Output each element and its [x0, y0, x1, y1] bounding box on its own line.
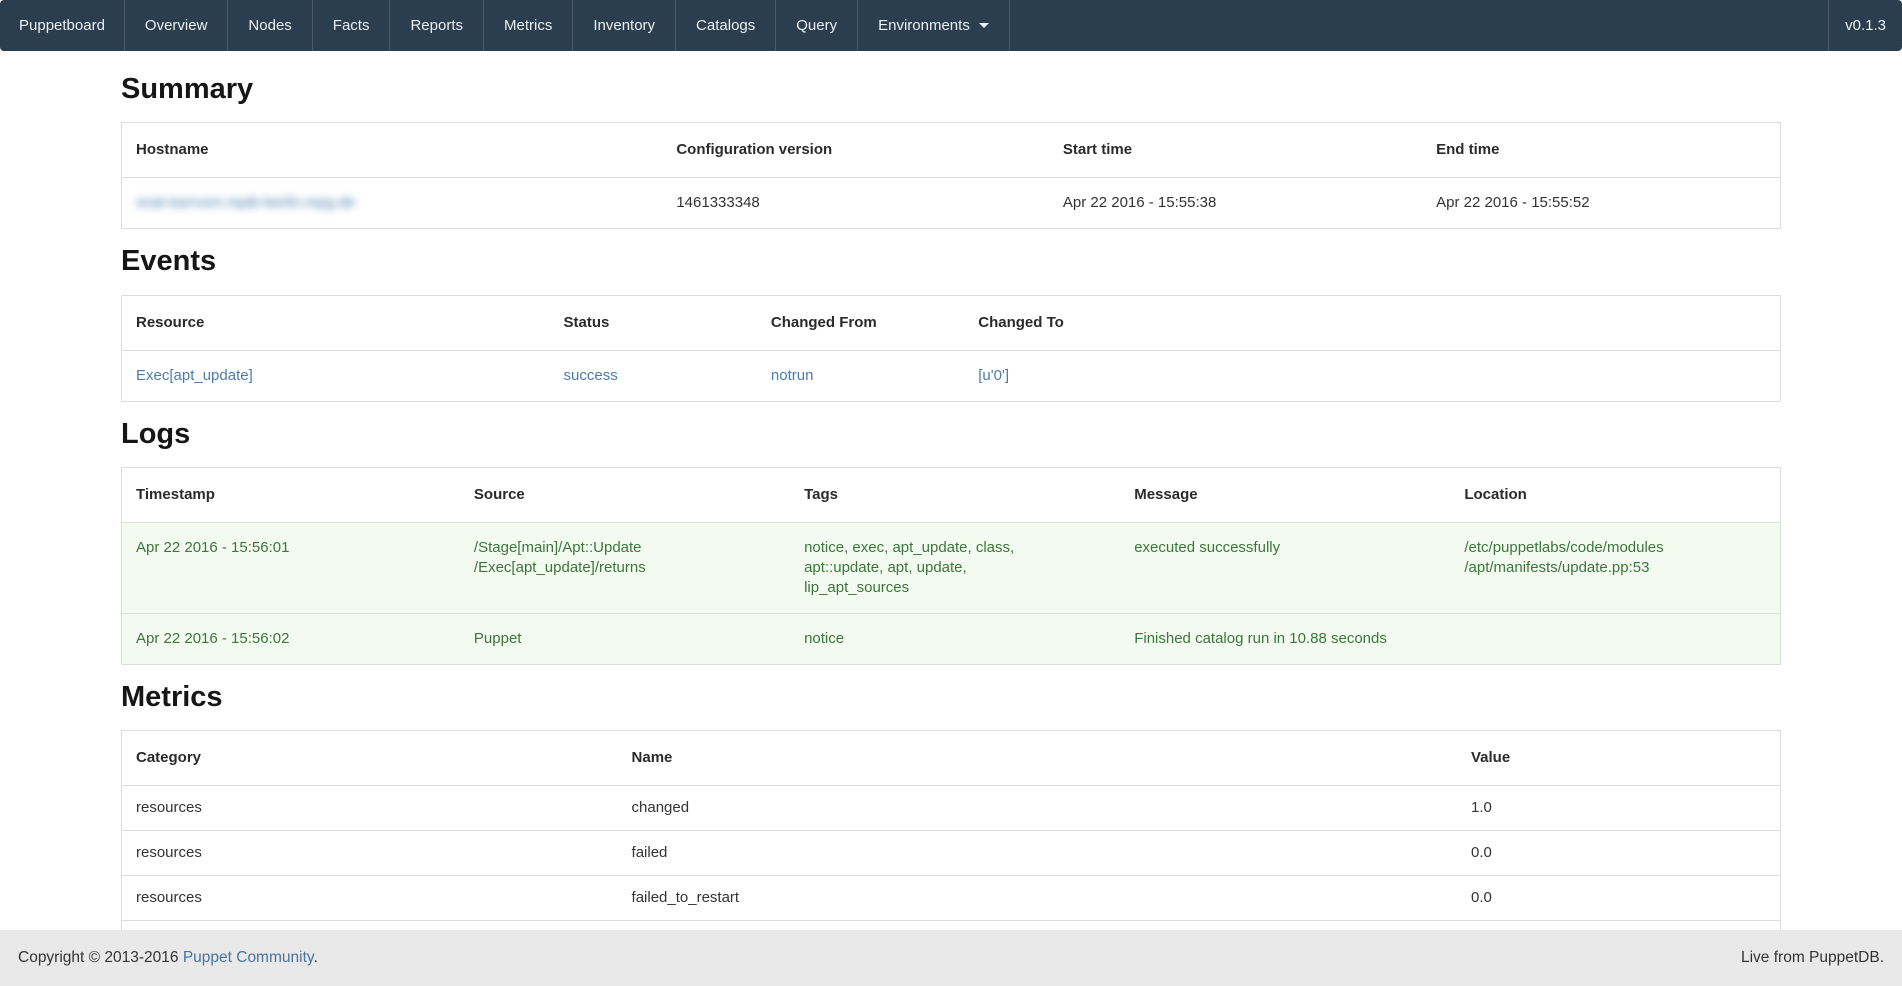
puppet-community-link[interactable]: Puppet Community	[183, 949, 314, 966]
summary-heading: Summary	[121, 73, 1781, 106]
log-timestamp: Apr 22 2016 - 15:56:02	[122, 614, 460, 665]
log-location: /etc/puppetlabs/code/modules /apt/manife…	[1450, 523, 1780, 614]
col-tags: Tags	[790, 468, 1120, 523]
metric-name: changed	[618, 786, 1457, 831]
log-tags: notice	[790, 614, 1120, 665]
nav-dropdown-environments[interactable]: Environments	[857, 0, 1010, 51]
col-start-time: Start time	[1049, 123, 1422, 178]
metrics-header-row: Category Name Value	[122, 731, 1781, 786]
col-config-version: Configuration version	[662, 123, 1049, 178]
events-header-row: Resource Status Changed From Changed To	[122, 295, 1781, 350]
version-badge: v0.1.3	[1828, 0, 1902, 51]
log-message: executed successfully	[1120, 523, 1450, 614]
log-row: Apr 22 2016 - 15:56:02 Puppet notice Fin…	[122, 614, 1781, 665]
copyright-text: Copyright © 2013-2016 Puppet Community.	[18, 949, 318, 967]
event-changed-to: [u'0']	[964, 350, 1780, 401]
nav-item-nodes[interactable]: Nodes	[227, 0, 311, 51]
col-changed-from: Changed From	[757, 295, 964, 350]
report-page: Summary Hostname Configuration version S…	[0, 51, 1902, 986]
metric-value: 0.0	[1457, 876, 1781, 921]
col-value: Value	[1457, 731, 1781, 786]
col-location: Location	[1450, 468, 1780, 523]
col-end-time: End time	[1422, 123, 1780, 178]
nav-item-overview[interactable]: Overview	[124, 0, 228, 51]
log-source: Puppet	[460, 614, 790, 665]
metrics-table: Category Name Value resources changed 1.…	[121, 730, 1781, 955]
col-status: Status	[550, 295, 757, 350]
metric-row: resources failed_to_restart 0.0	[122, 876, 1781, 921]
log-message: Finished catalog run in 10.88 seconds	[1120, 614, 1450, 665]
event-status: success	[550, 350, 757, 401]
col-name: Name	[618, 731, 1457, 786]
metric-category: resources	[122, 831, 618, 876]
metric-category: resources	[122, 786, 618, 831]
brand-puppetboard[interactable]: Puppetboard	[0, 0, 124, 51]
hostname-link[interactable]: snat-tservom.mpib-berlin.mpg.de	[136, 194, 355, 211]
col-resource: Resource	[122, 295, 550, 350]
nav-item-query[interactable]: Query	[775, 0, 857, 51]
logs-table: Timestamp Source Tags Message Location A…	[121, 467, 1781, 665]
metric-value: 1.0	[1457, 786, 1781, 831]
col-message: Message	[1120, 468, 1450, 523]
log-location	[1450, 614, 1780, 665]
config-version-value: 1461333348	[662, 178, 1049, 229]
col-timestamp: Timestamp	[122, 468, 460, 523]
copyright-suffix: .	[313, 949, 317, 966]
navbar-links: Puppetboard Overview Nodes Facts Reports…	[0, 0, 1010, 51]
events-heading: Events	[121, 245, 1781, 278]
summary-table: Hostname Configuration version Start tim…	[121, 122, 1781, 229]
nav-item-inventory[interactable]: Inventory	[572, 0, 675, 51]
nav-item-reports[interactable]: Reports	[389, 0, 483, 51]
col-hostname: Hostname	[122, 123, 663, 178]
metric-name: failed	[618, 831, 1457, 876]
metric-name: failed_to_restart	[618, 876, 1457, 921]
metric-value: 0.0	[1457, 831, 1781, 876]
log-tags: notice, exec, apt_update, class, apt::up…	[790, 523, 1120, 614]
event-changed-from: notrun	[757, 350, 964, 401]
nav-item-metrics[interactable]: Metrics	[483, 0, 572, 51]
end-time-value: Apr 22 2016 - 15:55:52	[1422, 178, 1780, 229]
puppetdb-status-text: Live from PuppetDB.	[1741, 949, 1884, 967]
metrics-heading: Metrics	[121, 681, 1781, 714]
logs-heading: Logs	[121, 418, 1781, 451]
metric-row: resources changed 1.0	[122, 786, 1781, 831]
log-row: Apr 22 2016 - 15:56:01 /Stage[main]/Apt:…	[122, 523, 1781, 614]
log-timestamp: Apr 22 2016 - 15:56:01	[122, 523, 460, 614]
metric-category: resources	[122, 876, 618, 921]
event-resource-link[interactable]: Exec[apt_update]	[136, 367, 253, 384]
col-source: Source	[460, 468, 790, 523]
logs-header-row: Timestamp Source Tags Message Location	[122, 468, 1781, 523]
log-source: /Stage[main]/Apt::Update /Exec[apt_updat…	[460, 523, 790, 614]
top-navbar: Puppetboard Overview Nodes Facts Reports…	[0, 0, 1902, 51]
summary-header-row: Hostname Configuration version Start tim…	[122, 123, 1781, 178]
col-category: Category	[122, 731, 618, 786]
start-time-value: Apr 22 2016 - 15:55:38	[1049, 178, 1422, 229]
col-changed-to: Changed To	[964, 295, 1780, 350]
metric-row: resources failed 0.0	[122, 831, 1781, 876]
caret-down-icon	[979, 23, 989, 28]
copyright-prefix: Copyright © 2013-2016	[18, 949, 183, 966]
nav-item-facts[interactable]: Facts	[312, 0, 390, 51]
event-row: Exec[apt_update] success notrun [u'0']	[122, 350, 1781, 401]
nav-item-catalogs[interactable]: Catalogs	[675, 0, 775, 51]
environments-label: Environments	[878, 17, 970, 34]
page-footer: Copyright © 2013-2016 Puppet Community. …	[0, 930, 1902, 986]
events-table: Resource Status Changed From Changed To …	[121, 295, 1781, 402]
summary-row: snat-tservom.mpib-berlin.mpg.de 14613333…	[122, 178, 1781, 229]
